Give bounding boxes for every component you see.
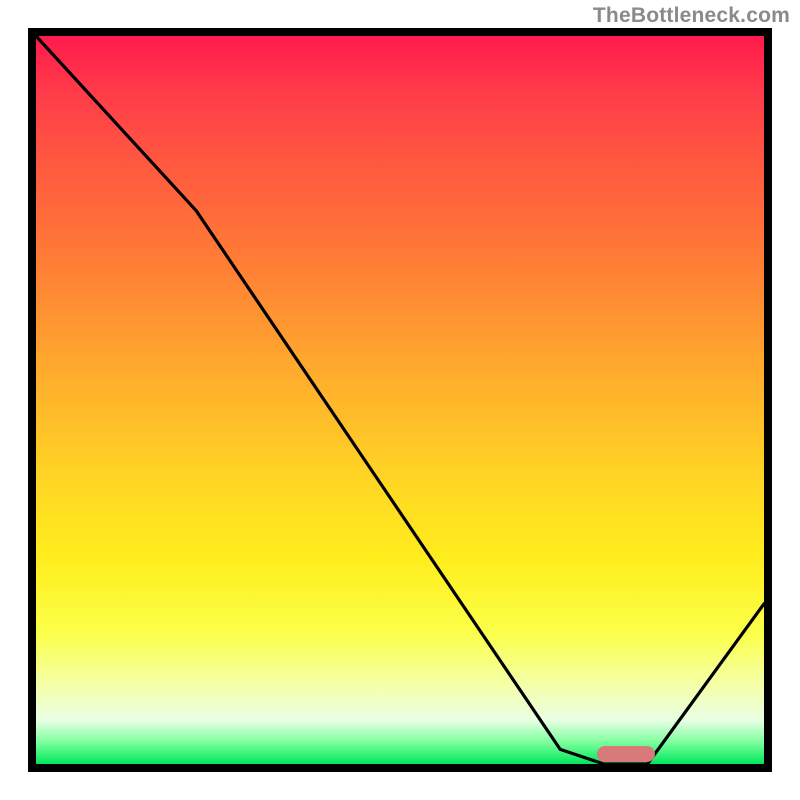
watermark-label: TheBottleneck.com: [593, 4, 790, 28]
chart-frame: [28, 28, 772, 772]
bottleneck-curve: [36, 36, 764, 764]
optimal-range-marker: [597, 746, 655, 762]
bottleneck-curve-path: [36, 36, 764, 764]
